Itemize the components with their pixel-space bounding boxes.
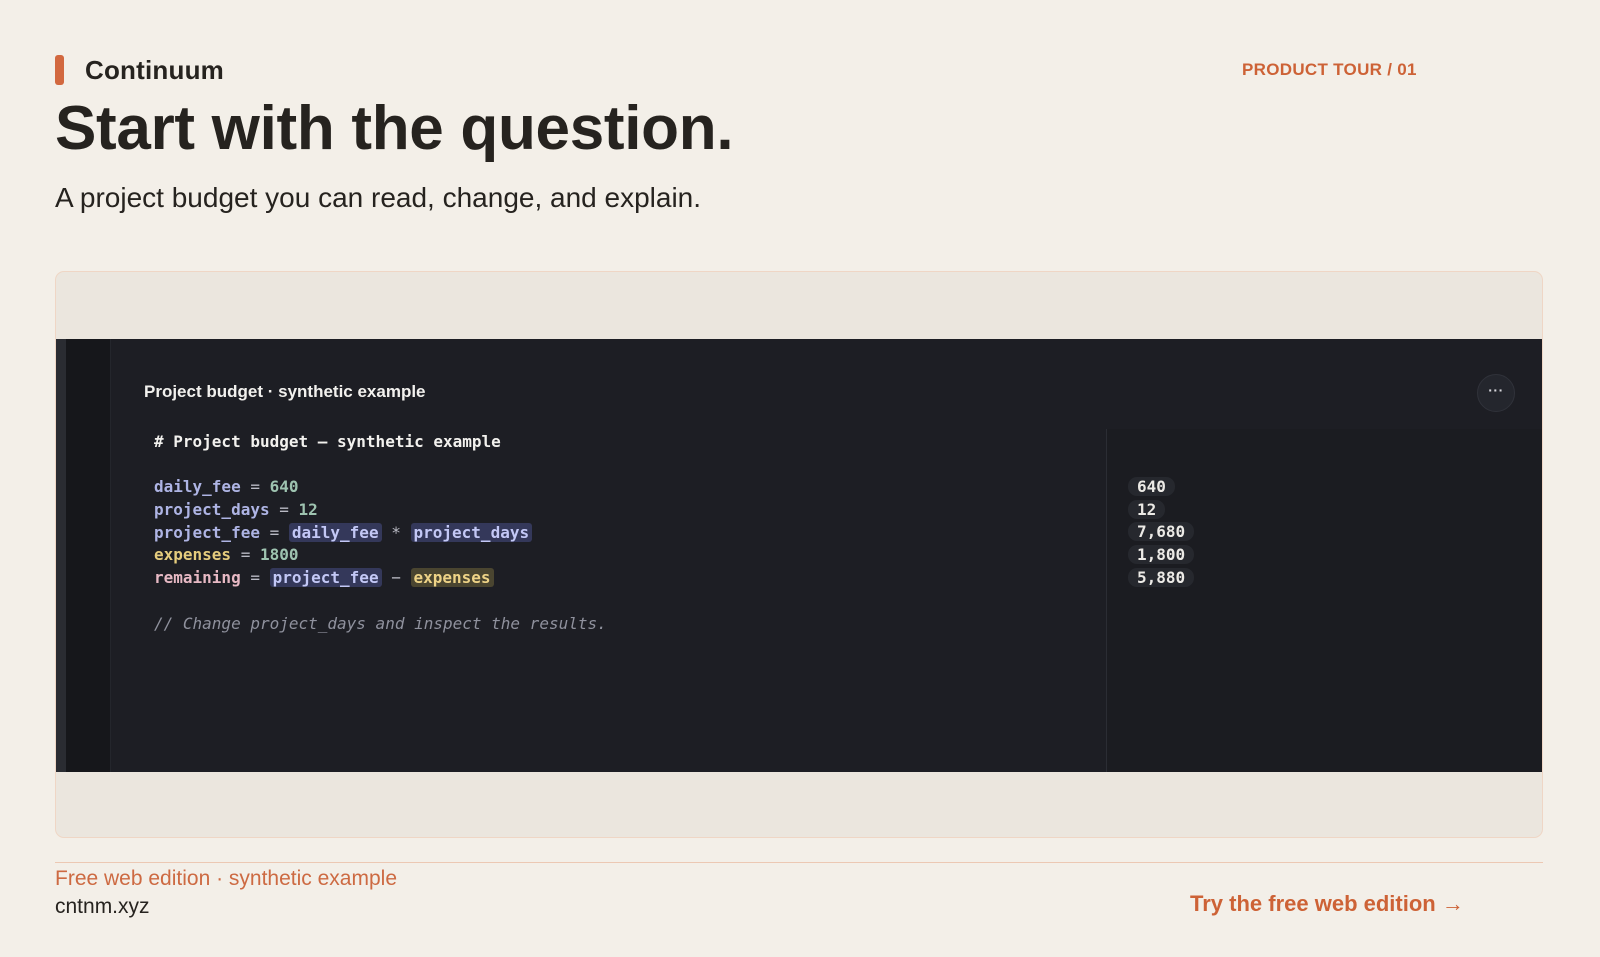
result-expenses: 1,800: [1128, 545, 1195, 565]
result-row: 12: [1128, 499, 1194, 522]
editor-gutter: [66, 339, 111, 772]
ref-chip-project-fee[interactable]: project_fee: [269, 568, 382, 588]
assign-operator: =: [240, 477, 270, 497]
multiply-operator: *: [391, 522, 401, 542]
code-line-expenses[interactable]: expenses = 1800: [154, 544, 607, 567]
result-row: 7,680: [1128, 521, 1195, 544]
code-line-project-days[interactable]: project_days = 12: [154, 499, 607, 522]
code-line-comment: // Change project_days and inspect the r…: [154, 613, 607, 633]
variable-daily-fee: daily_fee: [154, 477, 241, 497]
value-expenses: 1800: [259, 545, 299, 565]
result-project-days: 12: [1128, 499, 1166, 519]
brand: Continuum: [55, 54, 224, 86]
variable-expenses: expenses: [154, 545, 232, 565]
code-line-remaining[interactable]: remaining = project_fee − expenses: [154, 567, 607, 590]
brand-name: Continuum: [85, 54, 224, 85]
code-line-daily-fee[interactable]: daily_fee = 640: [154, 476, 607, 499]
footer-note: Free web edition · synthetic example: [55, 867, 397, 890]
tour-label: PRODUCT TOUR / 01: [1242, 60, 1417, 79]
brand-mark: [55, 55, 64, 85]
result-remaining: 5,880: [1128, 567, 1195, 587]
editor-window: Project budget · synthetic example ··· #…: [56, 339, 1542, 772]
editor-edge: [56, 339, 66, 772]
variable-project-fee: project_fee: [154, 522, 260, 542]
ref-chip-expenses[interactable]: expenses: [410, 568, 494, 588]
more-options-button[interactable]: ···: [1477, 374, 1515, 412]
ref-chip-project-days[interactable]: project_days: [410, 522, 533, 542]
result-project-fee: 7,680: [1128, 522, 1195, 542]
result-row: 5,880: [1128, 567, 1195, 590]
footer-divider: [55, 862, 1543, 863]
result-daily-fee: 640: [1128, 477, 1175, 496]
footer-domain: cntnm.xyz: [55, 895, 150, 918]
page-title: Start with the question.: [55, 94, 734, 163]
variable-project-days: project_days: [154, 500, 270, 520]
page-subtitle: A project budget you can read, change, a…: [55, 182, 702, 213]
code-editor[interactable]: # Project budget — synthetic example dai…: [154, 431, 607, 635]
code-line-heading: # Project budget — synthetic example: [154, 432, 501, 451]
assign-operator: =: [259, 522, 289, 542]
document-title: Project budget · synthetic example: [144, 382, 426, 401]
value-daily-fee: 640: [269, 477, 299, 497]
try-free-edition-link[interactable]: Try the free web edition →: [1190, 889, 1464, 919]
value-project-days: 12: [298, 500, 318, 520]
variable-remaining: remaining: [154, 568, 241, 588]
assign-operator: =: [231, 545, 260, 565]
minus-operator: −: [391, 568, 401, 588]
ref-chip-daily-fee[interactable]: daily_fee: [288, 522, 382, 542]
assign-operator: =: [269, 500, 299, 520]
editor-frame: Project budget · synthetic example ··· #…: [55, 271, 1543, 838]
code-line-project-fee[interactable]: project_fee = daily_fee * project_days: [154, 522, 607, 545]
result-row: 640: [1128, 476, 1194, 499]
assign-operator: =: [240, 568, 270, 588]
result-row: 1,800: [1128, 544, 1195, 567]
results-column: 640 12 7,680 1,800 5,880: [1128, 476, 1195, 590]
